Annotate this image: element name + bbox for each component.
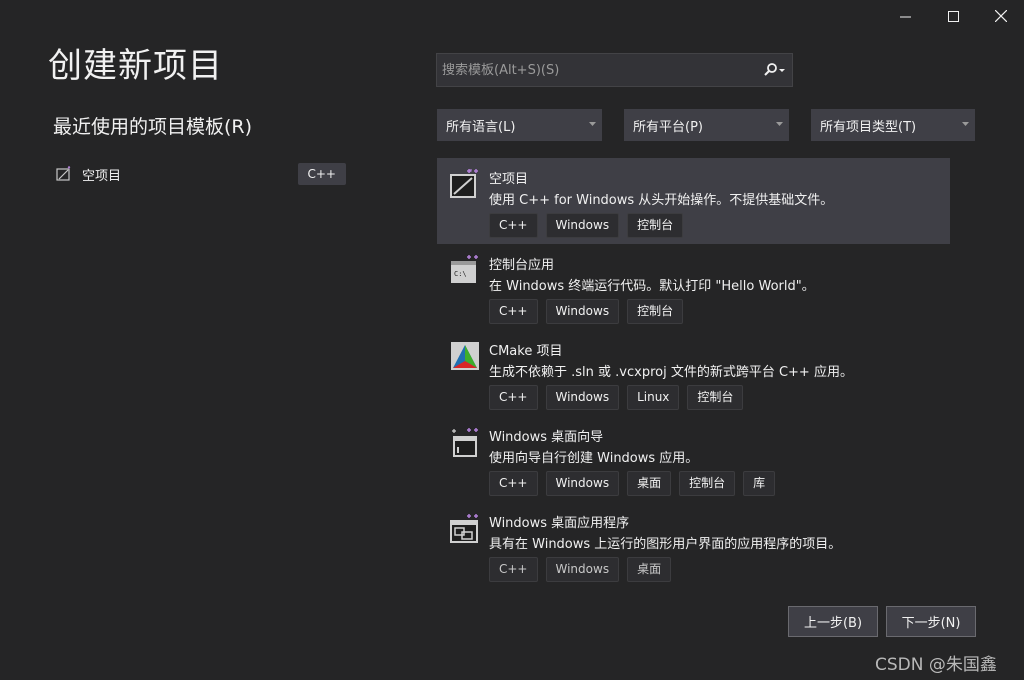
empty-project-icon bbox=[56, 166, 71, 181]
platform-filter-dropdown[interactable]: 所有平台(P) bbox=[624, 109, 789, 141]
template-tag: 桌面 bbox=[627, 557, 672, 582]
desktop-app-icon bbox=[450, 514, 478, 543]
watermark: CSDN @朱国鑫 bbox=[875, 655, 997, 675]
empty-project-icon bbox=[450, 169, 478, 198]
template-list: 空项目 使用 C++ for Windows 从头开始操作。不提供基础文件。 C… bbox=[437, 158, 950, 590]
template-name: Windows 桌面应用程序 bbox=[489, 516, 630, 531]
page-title: 创建新项目 bbox=[48, 46, 223, 86]
desktop-wizard-icon bbox=[452, 428, 478, 457]
template-description: 具有在 Windows 上运行的图形用户界面的应用程序的项目。 bbox=[489, 537, 842, 552]
template-tag: 桌面 bbox=[627, 471, 672, 496]
create-project-dialog: 创建新项目 最近使用的项目模板(R) 空项目 C++ 所有语言(L) 所有平台(… bbox=[0, 0, 1024, 680]
search-icon bbox=[764, 63, 785, 76]
console-app-icon: C:\ bbox=[451, 255, 478, 283]
chevron-down-icon bbox=[776, 122, 783, 126]
template-tag: Windows bbox=[545, 385, 620, 410]
template-item-cmake-project[interactable]: CMake 项目 生成不依赖于 .sln 或 .vcxproj 文件的新式跨平台… bbox=[437, 330, 950, 416]
recent-template-tag: C++ bbox=[297, 163, 346, 185]
project-type-filter-dropdown[interactable]: 所有项目类型(T) bbox=[811, 109, 975, 141]
maximize-button[interactable] bbox=[930, 0, 976, 32]
template-tag: Windows bbox=[545, 213, 620, 238]
template-tag: 控制台 bbox=[627, 299, 684, 324]
platform-filter-value: 所有平台(P) bbox=[633, 119, 703, 135]
template-tag: Windows bbox=[545, 557, 620, 582]
template-description: 生成不依赖于 .sln 或 .vcxproj 文件的新式跨平台 C++ 应用。 bbox=[489, 365, 853, 380]
template-tag: 控制台 bbox=[687, 385, 744, 410]
close-icon bbox=[995, 10, 1007, 22]
template-item-desktop-wizard[interactable]: Windows 桌面向导 使用向导自行创建 Windows 应用。 C++ Wi… bbox=[437, 416, 950, 502]
template-tag: C++ bbox=[489, 557, 538, 582]
template-tags: C++ Windows Linux 控制台 bbox=[489, 385, 744, 410]
template-description: 使用 C++ for Windows 从头开始操作。不提供基础文件。 bbox=[489, 193, 834, 208]
search-options-button[interactable] bbox=[758, 54, 792, 86]
template-tag: C++ bbox=[489, 471, 538, 496]
template-tag: C++ bbox=[489, 299, 538, 324]
template-tag: Linux bbox=[627, 385, 680, 410]
template-item-empty-project[interactable]: 空项目 使用 C++ for Windows 从头开始操作。不提供基础文件。 C… bbox=[437, 158, 950, 244]
template-tag: C++ bbox=[489, 385, 538, 410]
project-type-filter-value: 所有项目类型(T) bbox=[820, 119, 917, 135]
template-tags: C++ Windows 桌面 控制台 库 bbox=[489, 471, 776, 496]
chevron-down-icon bbox=[962, 122, 969, 126]
template-tags: C++ Windows 控制台 bbox=[489, 213, 684, 238]
template-tag: 控制台 bbox=[679, 471, 736, 496]
back-button[interactable]: 上一步(B) bbox=[788, 606, 878, 637]
recent-template-label: 空项目 bbox=[82, 168, 122, 184]
next-button[interactable]: 下一步(N) bbox=[886, 606, 976, 637]
template-tag: 控制台 bbox=[627, 213, 684, 238]
template-tag: Windows bbox=[545, 471, 620, 496]
template-item-console-app[interactable]: C:\ 控制台应用 在 Windows 终端运行代码。默认打印 "Hello W… bbox=[437, 244, 950, 330]
search-input[interactable] bbox=[437, 53, 758, 87]
template-tags: C++ Windows 控制台 bbox=[489, 299, 684, 324]
language-filter-dropdown[interactable]: 所有语言(L) bbox=[437, 109, 602, 141]
template-description: 使用向导自行创建 Windows 应用。 bbox=[489, 451, 699, 466]
template-name: Windows 桌面向导 bbox=[489, 430, 604, 445]
language-filter-value: 所有语言(L) bbox=[446, 119, 516, 135]
template-description: 在 Windows 终端运行代码。默认打印 "Hello World"。 bbox=[489, 279, 815, 294]
recent-templates-heading: 最近使用的项目模板(R) bbox=[53, 116, 253, 138]
template-name: 控制台应用 bbox=[489, 258, 555, 273]
template-name: 空项目 bbox=[489, 172, 529, 187]
maximize-icon bbox=[947, 10, 959, 22]
template-tag: C++ bbox=[489, 213, 538, 238]
minimize-button[interactable] bbox=[882, 0, 928, 32]
template-tags: C++ Windows 桌面 bbox=[489, 557, 672, 582]
cmake-icon bbox=[451, 342, 479, 370]
close-button[interactable] bbox=[978, 0, 1024, 32]
recent-template-item[interactable]: 空项目 C++ bbox=[54, 160, 346, 188]
template-tag: Windows bbox=[545, 299, 620, 324]
template-name: CMake 项目 bbox=[489, 344, 563, 359]
chevron-down-icon bbox=[589, 122, 596, 126]
template-search-box bbox=[436, 53, 793, 87]
minimize-icon bbox=[899, 16, 911, 17]
template-tag: 库 bbox=[743, 471, 776, 496]
template-item-desktop-app[interactable]: Windows 桌面应用程序 具有在 Windows 上运行的图形用户界面的应用… bbox=[437, 502, 950, 588]
svg-text:C:\: C:\ bbox=[454, 270, 467, 278]
